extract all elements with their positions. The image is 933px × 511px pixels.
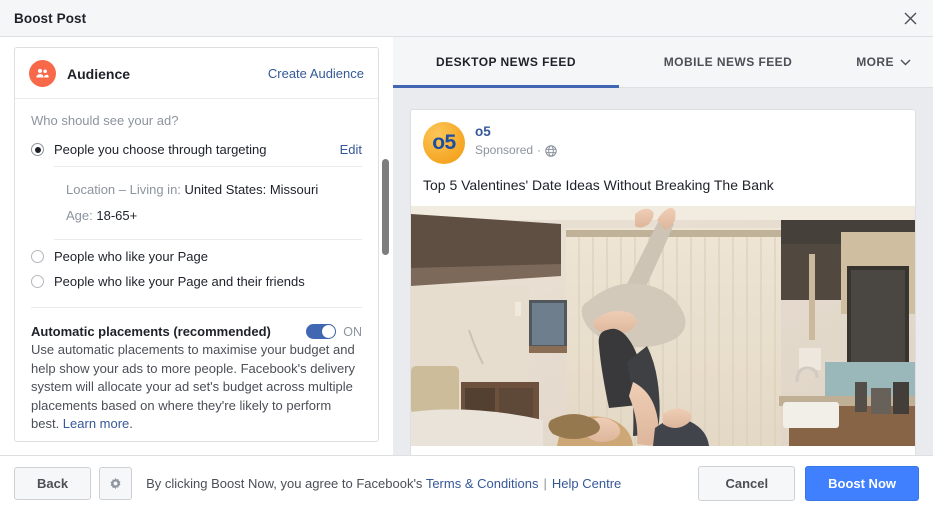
tab-desktop-label: DESKTOP NEWS FEED bbox=[436, 55, 576, 69]
toggle-state-label: ON bbox=[343, 324, 362, 339]
gear-icon[interactable] bbox=[99, 467, 133, 500]
ad-image bbox=[411, 206, 915, 446]
ad-preview-area: o5 o5 Sponsored · Top 5 Valentines' Date… bbox=[393, 88, 933, 455]
people-icon bbox=[29, 60, 56, 87]
placements-header: Automatic placements (recommended) ON bbox=[31, 324, 362, 339]
boost-now-button[interactable]: Boost Now bbox=[805, 466, 919, 501]
footer-actions: Cancel Boost Now bbox=[698, 466, 919, 501]
audience-scrollbar[interactable] bbox=[382, 149, 389, 399]
scrollbar-thumb[interactable] bbox=[382, 159, 389, 255]
radio-page-likes-friends-label[interactable]: People who like your Page and their frie… bbox=[54, 274, 305, 289]
back-button[interactable]: Back bbox=[14, 467, 92, 500]
radio-option-page-likes-friends[interactable]: People who like your Page and their frie… bbox=[31, 274, 362, 289]
radio-targeting-input[interactable] bbox=[31, 143, 44, 156]
learn-more-link[interactable]: Learn more bbox=[63, 416, 129, 431]
detail-row: Age: 18-65+ bbox=[54, 203, 362, 229]
automatic-placements-toggle[interactable] bbox=[306, 324, 337, 339]
legal-text: By clicking Boost Now, you agree to Face… bbox=[146, 476, 621, 491]
ad-photo bbox=[411, 206, 915, 446]
preview-panel: DESKTOP NEWS FEED MOBILE NEWS FEED MORE … bbox=[393, 37, 933, 455]
gear-glyph bbox=[110, 477, 121, 490]
placements-toggle-wrap: ON bbox=[306, 324, 362, 339]
radio-page-likes-friends-input[interactable] bbox=[31, 275, 44, 288]
detail-age-value: 18-65+ bbox=[96, 208, 138, 223]
radio-option-targeting[interactable]: People you choose through targeting Edit bbox=[31, 142, 362, 157]
detail-location-value: United States: Missouri bbox=[184, 182, 319, 197]
avatar: o5 bbox=[423, 122, 465, 164]
ad-page-name[interactable]: o5 bbox=[475, 124, 557, 140]
legal-separator: | bbox=[543, 476, 547, 491]
placements-description-period: . bbox=[129, 416, 133, 431]
page-title: Boost Post bbox=[14, 10, 87, 26]
close-icon[interactable] bbox=[897, 5, 923, 31]
radio-page-likes-label[interactable]: People who like your Page bbox=[54, 249, 208, 264]
tab-mobile-news-feed[interactable]: MOBILE NEWS FEED bbox=[619, 37, 837, 87]
radio-targeting-label[interactable]: People you choose through targeting bbox=[54, 142, 267, 157]
detail-age-key: Age: bbox=[66, 208, 93, 223]
ad-meta: o5 Sponsored · bbox=[475, 122, 557, 159]
placements-title: Automatic placements (recommended) bbox=[31, 324, 271, 339]
audience-panel: Audience Create Audience Who should see … bbox=[0, 37, 393, 455]
legal-prefix: By clicking Boost Now, you agree to Face… bbox=[146, 476, 426, 491]
terms-conditions-link[interactable]: Terms & Conditions bbox=[426, 476, 539, 491]
tab-more-label: MORE bbox=[856, 55, 894, 69]
detail-location-key: Location – Living in: bbox=[66, 182, 181, 197]
tab-more[interactable]: MORE bbox=[838, 37, 933, 87]
placements-section: Automatic placements (recommended) ON Us… bbox=[31, 307, 362, 434]
boost-post-dialog: Boost Post Audience Create Audience Who … bbox=[0, 0, 933, 511]
close-glyph bbox=[904, 12, 916, 24]
sponsored-label: Sponsored bbox=[475, 143, 534, 157]
dialog-titlebar: Boost Post bbox=[0, 0, 933, 37]
dialog-footer: Back By clicking Boost Now, you agree to… bbox=[0, 455, 933, 511]
placements-description: Use automatic placements to maximise you… bbox=[31, 341, 362, 434]
globe-icon bbox=[545, 144, 557, 157]
subline-separator: · bbox=[537, 143, 542, 157]
dialog-body: Audience Create Audience Who should see … bbox=[0, 37, 933, 455]
create-audience-link[interactable]: Create Audience bbox=[268, 66, 364, 81]
targeting-details: Location – Living in: United States: Mis… bbox=[54, 166, 362, 240]
ad-header: o5 o5 Sponsored · bbox=[411, 110, 915, 164]
cancel-button[interactable]: Cancel bbox=[698, 466, 796, 501]
audience-card-header: Audience Create Audience bbox=[15, 48, 378, 99]
edit-targeting-link[interactable]: Edit bbox=[340, 142, 362, 157]
audience-title: Audience bbox=[67, 65, 131, 82]
chevron-down-icon bbox=[900, 59, 911, 65]
ad-subline: Sponsored · bbox=[475, 142, 557, 159]
radio-page-likes-input[interactable] bbox=[31, 250, 44, 263]
detail-row: Location – Living in: United States: Mis… bbox=[54, 177, 362, 203]
tab-mobile-label: MOBILE NEWS FEED bbox=[663, 55, 793, 69]
audience-question: Who should see your ad? bbox=[31, 113, 179, 128]
help-centre-link[interactable]: Help Centre bbox=[552, 476, 621, 491]
people-glyph bbox=[36, 68, 49, 78]
audience-card: Audience Create Audience Who should see … bbox=[14, 47, 379, 442]
ad-headline: Top 5 Valentines' Date Ideas Without Bre… bbox=[423, 177, 774, 193]
tab-desktop-news-feed[interactable]: DESKTOP NEWS FEED bbox=[393, 37, 619, 88]
radio-option-page-likes[interactable]: People who like your Page bbox=[31, 249, 362, 264]
toggle-knob bbox=[322, 325, 336, 338]
ad-preview-card: o5 o5 Sponsored · Top 5 Valentines' Date… bbox=[410, 109, 916, 455]
audience-card-body: Who should see your ad? People you choos… bbox=[15, 99, 378, 289]
preview-tabs: DESKTOP NEWS FEED MOBILE NEWS FEED MORE bbox=[393, 37, 933, 88]
